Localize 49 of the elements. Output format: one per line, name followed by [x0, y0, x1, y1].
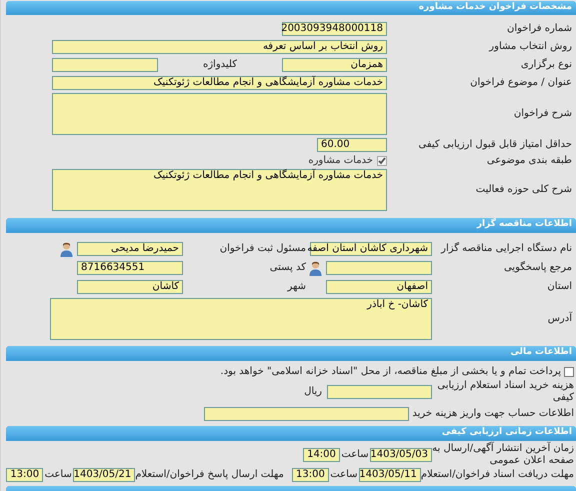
field-label: استان [546, 281, 572, 293]
field-label: روش انتخاب مشاور [488, 40, 572, 52]
field-label: نام دستگاه اجرایی مناقصه گزار [440, 243, 572, 255]
field-label: شرح کلی حوزه فعالیت [474, 184, 572, 196]
field-label: شرح فراخوان [512, 108, 572, 120]
field-label: طبقه بندی موضوعی [486, 154, 572, 166]
input-field[interactable]: 14:00 [303, 448, 340, 462]
section-header: اطلاعات مناقصه گزار [6, 218, 576, 232]
input-field[interactable]: 13:00 [6, 468, 44, 482]
text-area[interactable]: خدمات مشاوره آزمایشگاهی و انجام مطالعات ژئوتکنیک [52, 168, 387, 210]
field-label: ساعت [340, 448, 370, 460]
input-field[interactable]: خدمات مشاوره آزمایشگاهی و انجام مطالعات ژئوتکنیک [52, 76, 387, 90]
field-label: خدمات مشاوره [308, 154, 373, 166]
input-field[interactable]: 8716634551 [77, 261, 183, 275]
input-field[interactable]: شهرداری کاشان استان اصفه [310, 242, 432, 256]
field-label: شهر [286, 281, 306, 293]
field-label: ساعت [329, 468, 359, 480]
field-label: زمان آخرین انتشار آگهی/ارسال به صفحه اعلان عمومی [432, 442, 574, 466]
field-label: هزینه خرید اسناد استعلام ارزیابی کیفی [436, 380, 574, 404]
field-label: ریال [304, 386, 322, 398]
field-label: نوع برگزاری [520, 58, 572, 70]
field-label: مرجع پاسخگویی [502, 262, 572, 274]
field-label: آدرس [546, 313, 572, 325]
input-field[interactable]: روش انتخاب بر اساس تعرفه [52, 40, 387, 54]
field-label: مهلت دریافت اسناد فراخوان/استعلام [420, 468, 574, 480]
input-field[interactable]: 1403/05/03 [370, 448, 432, 462]
input-field[interactable]: 1403/05/11 [358, 468, 421, 482]
section-header: مشخصات فراخوان خدمات مشاوره [6, 1, 576, 14]
field-label: شماره فراخوان [506, 22, 572, 34]
input-field[interactable]: همزمان [282, 58, 387, 72]
field-label: اطلاعات حساب جهت واریز هزینه خرید [412, 408, 574, 420]
field-label: کلیدواژه [202, 58, 238, 70]
input-field[interactable]: کاشان [77, 280, 183, 294]
field-label: ساعت [44, 468, 73, 480]
input-field[interactable]: 60.00 [317, 138, 387, 152]
text-area[interactable]: کاشان- خ اباذر [50, 298, 432, 340]
input-field[interactable]: 2003093948000118 [282, 22, 387, 36]
input-field[interactable]: 1403/05/21 [73, 468, 136, 482]
input-field[interactable]: 13:00 [292, 468, 329, 482]
input-field[interactable]: حمیدرضا مدیحی [77, 242, 183, 256]
field-label: کد پستی [268, 262, 306, 274]
section-header: اطلاعات زمانی ارزیابی کیفی [6, 426, 576, 440]
field-label: پرداخت تمام و یا بخشی از مبلغ مناقصه، از محل "اسناد خزانه اسلامی" خواهد بود. [220, 366, 561, 378]
field-label: مسئول ثبت فراخوان [218, 243, 306, 255]
section-header: اطلاعات مالی [6, 346, 576, 360]
field-label: عنوان / موضوع فراخوان [469, 76, 572, 88]
field-label: حداقل امتیاز قابل قبول ارزیابی کیفی [418, 138, 572, 150]
field-label: مهلت ارسال پاسخ فراخوان/استعلام [135, 468, 284, 480]
input-field[interactable]: اصفهان [326, 280, 432, 294]
